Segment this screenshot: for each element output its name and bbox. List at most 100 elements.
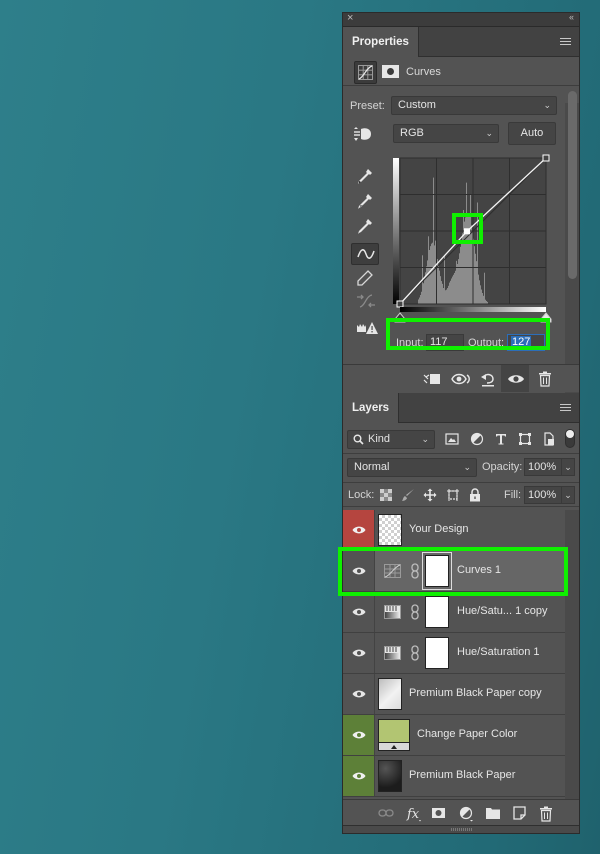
panel-dock: × ‹‹ Properties Curves Preset: Custom ⌄ …: [342, 12, 580, 834]
layer-row-change-paper-color[interactable]: Change Paper Color: [343, 715, 565, 756]
curves-adjustment-icon[interactable]: [354, 61, 377, 84]
tab-properties[interactable]: Properties: [343, 27, 419, 57]
link-layers-button[interactable]: [371, 800, 399, 827]
opacity-input[interactable]: 100%: [524, 458, 562, 476]
opacity-dropdown-arrow[interactable]: ⌄: [561, 458, 575, 476]
clipping-warning-icon[interactable]: [351, 318, 379, 340]
layer-mask-thumbnail[interactable]: [423, 553, 451, 589]
properties-menu-icon[interactable]: [560, 38, 571, 46]
smart-object-filter-icon[interactable]: [542, 432, 556, 446]
layer-name: Hue/Saturation 1: [457, 646, 540, 658]
curves-graph[interactable]: [392, 153, 552, 325]
shape-layer-filter-icon[interactable]: [518, 432, 532, 446]
reset-to-defaults-button[interactable]: [473, 365, 501, 392]
visibility-toggle[interactable]: [343, 674, 375, 714]
blend-mode-dropdown[interactable]: Normal ⌄: [347, 458, 477, 477]
new-group-button[interactable]: [478, 800, 506, 827]
prevent-auto-nesting-icon[interactable]: [446, 488, 460, 502]
gray-eyedropper-icon[interactable]: [351, 191, 379, 213]
visibility-toggle[interactable]: [343, 551, 375, 591]
layer-row-your-design[interactable]: Your Design: [343, 510, 565, 551]
chevron-down-icon: ⌄: [485, 128, 493, 138]
collapse-panels-icon[interactable]: ‹‹: [569, 12, 574, 22]
layer-row-premium-black-paper[interactable]: Premium Black Paper: [343, 756, 565, 797]
delete-adjustment-button[interactable]: [531, 365, 559, 392]
visibility-toggle[interactable]: [343, 510, 375, 550]
output-value-field[interactable]: 127: [507, 334, 545, 351]
pixel-layer-filter-icon[interactable]: [445, 432, 459, 446]
visibility-toggle[interactable]: [343, 715, 375, 755]
eye-icon: [352, 690, 366, 698]
adjustment-layer-filter-icon[interactable]: [470, 432, 484, 446]
visibility-toggle[interactable]: [343, 592, 375, 632]
histogram-bar: [453, 274, 454, 304]
add-mask-button[interactable]: [424, 800, 452, 827]
histogram-bar: [429, 249, 430, 304]
smooth-curve-icon[interactable]: [351, 291, 379, 313]
layer-row-curves-1[interactable]: Curves 1: [343, 551, 565, 592]
layer-row-premium-black-paper-copy[interactable]: Premium Black Paper copy: [343, 674, 565, 715]
fill-layer-indicator: [379, 742, 409, 750]
view-previous-state-button[interactable]: [445, 365, 473, 392]
tab-layers[interactable]: Layers: [343, 393, 400, 423]
black-eyedropper-icon[interactable]: [351, 166, 379, 188]
curves-graph-svg[interactable]: [392, 153, 552, 325]
layer-row-hue-saturation-1-copy[interactable]: Hue/Satu... 1 copy: [343, 592, 565, 633]
histogram-bar: [423, 283, 424, 304]
white-eyedropper-icon[interactable]: [351, 216, 379, 238]
lock-image-pixels-icon[interactable]: [401, 488, 415, 502]
chain-link-icon[interactable]: [411, 563, 419, 579]
panel-resize-grip[interactable]: [343, 825, 579, 833]
pencil-draw-icon[interactable]: [351, 267, 379, 289]
lock-transparent-pixels-icon[interactable]: [379, 488, 393, 502]
search-icon: [353, 434, 364, 445]
histogram-bar: [479, 280, 480, 304]
histogram-bar: [462, 233, 463, 304]
new-fill-adjustment-button[interactable]: [452, 800, 480, 827]
layer-name: Premium Black Paper copy: [409, 687, 542, 699]
channel-dropdown[interactable]: RGB ⌄: [393, 124, 499, 143]
type-layer-filter-icon[interactable]: [494, 432, 508, 446]
new-layer-button[interactable]: [505, 800, 533, 827]
preset-dropdown[interactable]: Custom ⌄: [391, 96, 557, 115]
layer-row-hue-saturation-1[interactable]: Hue/Saturation 1: [343, 633, 565, 674]
close-panel-icon[interactable]: ×: [347, 12, 353, 24]
histogram-bar: [430, 246, 431, 304]
target-adjust-hand-icon[interactable]: [352, 125, 374, 143]
edit-points-curve-icon[interactable]: [351, 243, 379, 265]
fill-dropdown-arrow[interactable]: ⌄: [561, 486, 575, 504]
histogram-bar: [477, 202, 478, 304]
chevron-down-icon: ⌄: [421, 434, 429, 444]
layer-mask-thumbnail[interactable]: [425, 637, 449, 669]
properties-footer: [343, 364, 579, 392]
dock-titlebar: × ‹‹: [343, 12, 579, 27]
lock-position-icon[interactable]: [423, 488, 437, 502]
layers-scrollbar-track[interactable]: [565, 510, 579, 799]
chain-link-icon[interactable]: [411, 645, 419, 661]
auto-button[interactable]: Auto: [508, 122, 556, 145]
visibility-toggle[interactable]: [343, 756, 375, 796]
add-layer-style-button[interactable]: fx: [399, 800, 427, 827]
delete-layer-button[interactable]: [531, 800, 559, 827]
filter-kind-dropdown[interactable]: Kind ⌄: [347, 430, 435, 449]
chain-link-icon[interactable]: [411, 604, 419, 620]
visibility-toggle[interactable]: [343, 633, 375, 673]
histogram-bar: [428, 236, 429, 304]
layer-mask-thumbnail[interactable]: [425, 596, 449, 628]
lock-all-icon[interactable]: [468, 488, 482, 502]
filter-toggle-switch[interactable]: [565, 429, 575, 448]
fill-input[interactable]: 100%: [524, 486, 562, 504]
fill-color-thumbnail[interactable]: [378, 719, 410, 751]
toggle-visibility-button[interactable]: [501, 365, 529, 392]
input-value-field[interactable]: 117: [426, 334, 464, 351]
layer-thumbnail: [378, 514, 402, 546]
adjustment-header: Curves: [343, 58, 579, 86]
histogram-bar: [480, 285, 481, 304]
chevron-down-icon: ⌄: [463, 462, 471, 472]
histogram-bar: [459, 253, 460, 304]
layers-menu-icon[interactable]: [560, 404, 571, 412]
histogram-bar: [474, 246, 475, 304]
properties-scrollbar-thumb[interactable]: [568, 91, 577, 279]
clip-to-layer-button[interactable]: [417, 365, 445, 392]
layer-mask-icon[interactable]: [382, 65, 399, 78]
